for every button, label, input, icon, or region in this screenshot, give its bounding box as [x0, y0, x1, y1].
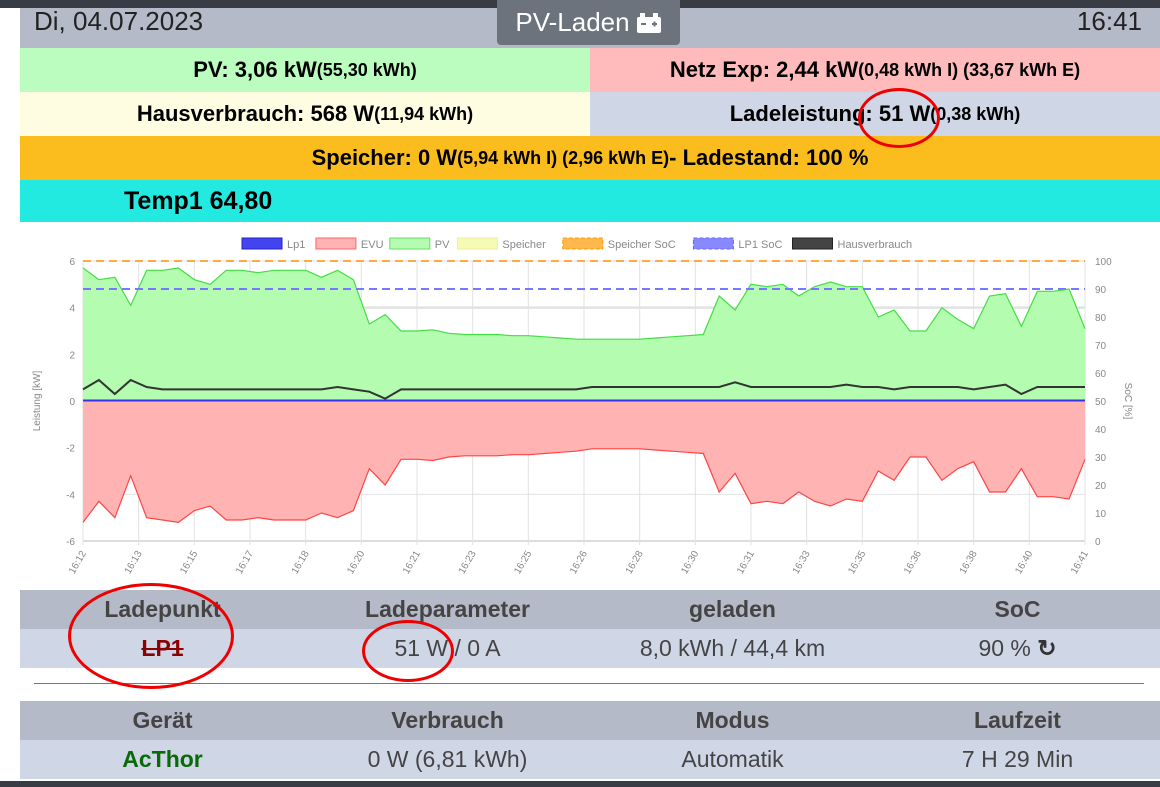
legend-label: LP1 SoC: [738, 239, 782, 251]
legend-label: Hausverbrauch: [838, 239, 913, 251]
col-header: SoC: [875, 590, 1160, 629]
y2-tick-label: 30: [1095, 453, 1107, 464]
col-header: Gerät: [20, 701, 305, 740]
x-tick-label: 16:13: [123, 549, 145, 577]
x-tick-label: 16:28: [624, 549, 646, 577]
refresh-icon[interactable]: ↻: [1037, 635, 1056, 662]
hausverbrauch-stat: Hausverbrauch: 568 W (11,94 kWh): [20, 92, 590, 136]
y2-tick-label: 10: [1095, 509, 1107, 520]
modus-value: Automatik: [590, 740, 875, 779]
y2-tick-label: 0: [1095, 537, 1101, 548]
x-tick-label: 16:35: [846, 549, 868, 577]
y-tick-label: 0: [69, 397, 75, 408]
device-table: Gerät Verbrauch Modus Laufzeit AcThor 0 …: [20, 701, 1160, 779]
y2-tick-label: 60: [1095, 369, 1107, 380]
legend-swatch: [315, 237, 357, 250]
col-header: Ladeparameter: [305, 590, 590, 629]
x-tick-label: 16:17: [234, 549, 256, 577]
y2-tick-label: 50: [1095, 397, 1107, 408]
y2-tick-label: 70: [1095, 341, 1107, 352]
y-tick-label: -4: [66, 490, 75, 501]
power-chart: 6420-2-4-6100908070605040302010016:12 16:…: [32, 237, 1133, 577]
legend-swatch: [562, 237, 604, 250]
legend-label: Speicher: [502, 239, 546, 251]
y2-axis-label: SoC [%]: [1122, 383, 1133, 420]
annotation-circle: [362, 620, 454, 682]
header: Di, 04.07.2023 PV-Laden 16:41: [20, 0, 1160, 48]
y-tick-label: 6: [69, 257, 75, 268]
legend-label: PV: [435, 239, 450, 251]
y-axis-label: Leistung [kW]: [32, 370, 43, 431]
x-tick-label: 16:18: [290, 549, 312, 577]
time: 16:41: [1076, 6, 1142, 36]
legend-swatch: [692, 237, 734, 250]
x-tick-label: 16:33: [791, 549, 813, 577]
col-header: Modus: [590, 701, 875, 740]
x-tick-label: 16:30: [679, 549, 701, 577]
legend-label: EVU: [361, 239, 384, 251]
y2-tick-label: 100: [1095, 257, 1112, 268]
pv-stat: PV: 3,06 kW (55,30 kWh): [20, 48, 590, 92]
verbrauch-value: 0 W (6,81 kWh): [305, 740, 590, 779]
x-tick-label: 16:36: [902, 549, 924, 577]
temp-stat: Temp1 64,80: [124, 186, 273, 215]
geladen-value: 8,0 kWh / 44,4 km: [590, 629, 875, 668]
legend-swatch: [792, 237, 833, 250]
x-tick-label: 16:12: [67, 549, 89, 577]
divider: [34, 683, 1144, 684]
y-tick-label: -2: [66, 444, 75, 455]
legend-label: Speicher SoC: [608, 239, 676, 251]
x-tick-label: 16:15: [178, 549, 200, 577]
x-tick-label: 16:21: [401, 549, 423, 577]
date: Di, 04.07.2023: [34, 6, 204, 36]
mode-label: PV-Laden: [515, 7, 630, 37]
x-tick-label: 16:38: [958, 549, 980, 577]
speicher-stat: Speicher: 0 W (5,94 kWh I) (2,96 kWh E) …: [20, 136, 1160, 180]
device-name[interactable]: AcThor: [122, 746, 203, 773]
col-header: Verbrauch: [305, 701, 590, 740]
legend-label: Lp1: [287, 239, 305, 251]
x-tick-label: 16:40: [1013, 549, 1035, 577]
mode-button[interactable]: PV-Laden: [497, 0, 680, 45]
x-tick-label: 16:26: [568, 549, 590, 577]
legend-swatch: [389, 237, 431, 250]
y2-tick-label: 20: [1095, 481, 1107, 492]
y-tick-label: 4: [69, 304, 75, 315]
y-tick-label: 2: [69, 350, 75, 361]
annotation-circle: [68, 583, 234, 689]
laufzeit-value: 7 H 29 Min: [875, 740, 1160, 779]
legend-swatch: [241, 237, 283, 250]
car-battery-icon: [636, 12, 661, 33]
y2-tick-label: 80: [1095, 313, 1107, 324]
y-tick-label: -6: [66, 537, 75, 548]
legend-swatch: [456, 237, 498, 250]
col-header: Laufzeit: [875, 701, 1160, 740]
x-tick-label: 16:31: [735, 549, 757, 577]
soc-value: 90 %: [978, 635, 1031, 661]
col-header: geladen: [590, 590, 875, 629]
annotation-circle: [858, 88, 940, 148]
x-tick-label: 16:23: [457, 549, 479, 577]
x-tick-label: 16:41: [1069, 549, 1091, 577]
netz-stat: Netz Exp: 2,44 kW (0,48 kWh I) (33,67 kW…: [590, 48, 1160, 92]
x-tick-label: 16:20: [345, 549, 367, 577]
y2-tick-label: 90: [1095, 285, 1107, 296]
bottom-bar: [0, 781, 1160, 787]
y2-tick-label: 40: [1095, 425, 1107, 436]
x-tick-label: 16:25: [512, 549, 534, 577]
